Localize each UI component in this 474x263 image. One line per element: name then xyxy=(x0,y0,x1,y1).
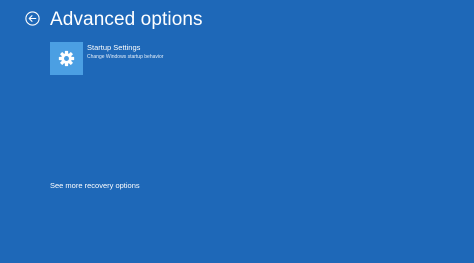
option-description: Change Windows startup behavior xyxy=(87,54,164,60)
page-title: Advanced options xyxy=(50,9,203,30)
see-more-recovery-options-link[interactable]: See more recovery options xyxy=(50,181,140,190)
back-button[interactable] xyxy=(25,11,40,26)
back-arrow-circle-icon xyxy=(25,11,40,26)
gear-icon xyxy=(58,50,75,67)
option-title: Startup Settings xyxy=(87,43,141,52)
option-icon-tile xyxy=(50,42,83,75)
startup-settings-option[interactable]: Startup Settings Change Windows startup … xyxy=(50,42,200,77)
